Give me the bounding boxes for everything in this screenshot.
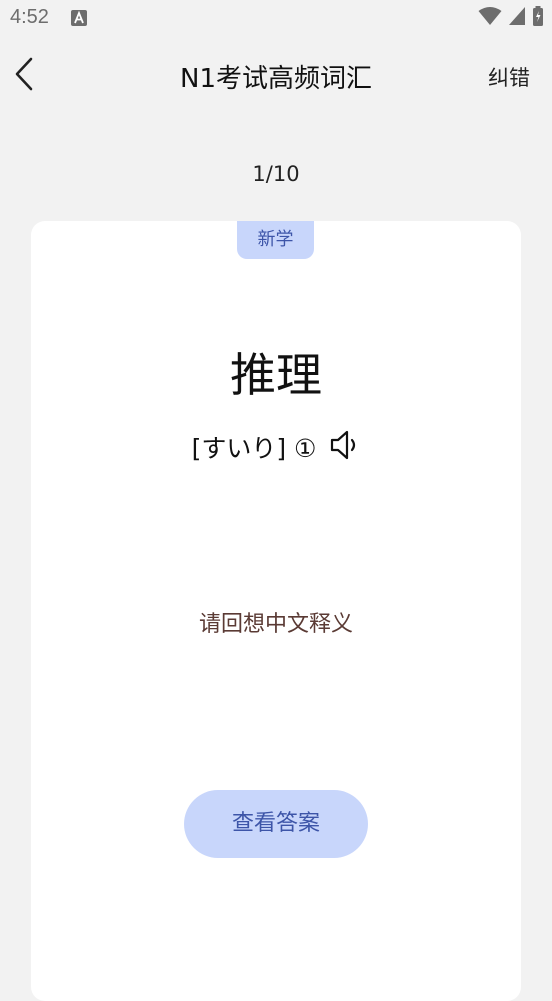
speaker-icon bbox=[330, 429, 360, 465]
reading-text: [すいり] ① bbox=[191, 434, 317, 463]
word-text: 推理 bbox=[230, 348, 322, 402]
speaker-button[interactable] bbox=[330, 429, 360, 465]
status-tag: 新学 bbox=[237, 221, 314, 259]
status-icons bbox=[478, 6, 544, 30]
status-bar: 4:52 bbox=[0, 0, 552, 36]
signal-icon bbox=[508, 6, 526, 30]
battery-icon bbox=[532, 6, 544, 30]
correction-button[interactable]: 纠错 bbox=[488, 62, 530, 92]
page-title: N1考试高频词汇 bbox=[180, 64, 372, 94]
progress-counter: 1/10 bbox=[252, 162, 300, 186]
show-answer-button[interactable]: 查看答案 bbox=[184, 790, 368, 858]
a-letter-icon bbox=[71, 10, 87, 26]
reading-row: [すいり] ① bbox=[31, 429, 521, 465]
app-header: N1考试高频词汇 纠错 bbox=[0, 40, 552, 112]
wifi-icon bbox=[478, 6, 502, 30]
word-card: 新学 推理 [すいり] ① 请回想中文释义 查看答案 bbox=[31, 221, 521, 1001]
prompt-text: 请回想中文释义 bbox=[198, 612, 353, 637]
status-time: 4:52 bbox=[10, 6, 49, 28]
